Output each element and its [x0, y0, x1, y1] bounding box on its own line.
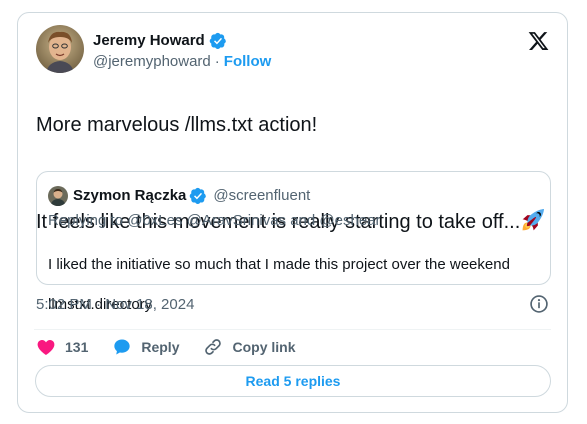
info-icon[interactable]	[529, 294, 549, 314]
read-replies-button[interactable]: Read 5 replies	[35, 365, 551, 397]
heart-icon	[37, 340, 55, 355]
tweet-card: Jeremy Howard @jeremyphoward · Follow Mo…	[17, 12, 568, 413]
author-handle[interactable]: @jeremyphoward	[93, 52, 211, 72]
x-logo-icon[interactable]	[527, 30, 550, 52]
quote-replying-to: Replying to @0xLes @AravSrinivas and @es…	[48, 212, 381, 229]
quote-author-row: Szymon Rączka @screenfluent	[73, 186, 310, 206]
tweet-timestamp[interactable]: 5:02 PM · Nov 18, 2024	[36, 295, 194, 315]
reply-button[interactable]: Reply	[112, 337, 179, 357]
action-bar: 131 Reply Copy link	[36, 335, 320, 359]
quote-author-handle: @screenfluent	[213, 187, 311, 204]
quote-author-avatar[interactable]	[48, 186, 68, 206]
separator-dot: ·	[214, 53, 220, 70]
reply-bubble-icon	[114, 339, 131, 355]
author-handle-row: @jeremyphoward · Follow	[93, 52, 271, 72]
like-count: 131	[65, 339, 89, 355]
quote-text-line-1: I liked the initiative so much that I ma…	[48, 256, 510, 273]
verified-badge-icon	[190, 187, 207, 205]
follow-button[interactable]: Follow	[224, 52, 272, 72]
author-avatar[interactable]	[36, 25, 84, 73]
link-icon	[205, 339, 222, 355]
copy-link-label: Copy link	[232, 339, 296, 355]
like-button[interactable]: 131	[36, 337, 88, 357]
quoted-tweet[interactable]: Szymon Rączka @screenfluent Replying to …	[36, 171, 551, 313]
verified-badge-icon	[209, 32, 226, 50]
quote-author-name: Szymon Rączka	[73, 187, 187, 204]
author-name-row[interactable]: Jeremy Howard	[93, 31, 227, 51]
reply-label: Reply	[141, 339, 180, 355]
quote-text: I liked the initiative so much that I ma…	[48, 235, 510, 335]
author-name[interactable]: Jeremy Howard	[93, 31, 205, 51]
copy-link-button[interactable]: Copy link	[203, 337, 296, 357]
divider	[34, 329, 551, 330]
tweet-text-line-1: More marvelous /llms.txt action!	[36, 114, 318, 136]
